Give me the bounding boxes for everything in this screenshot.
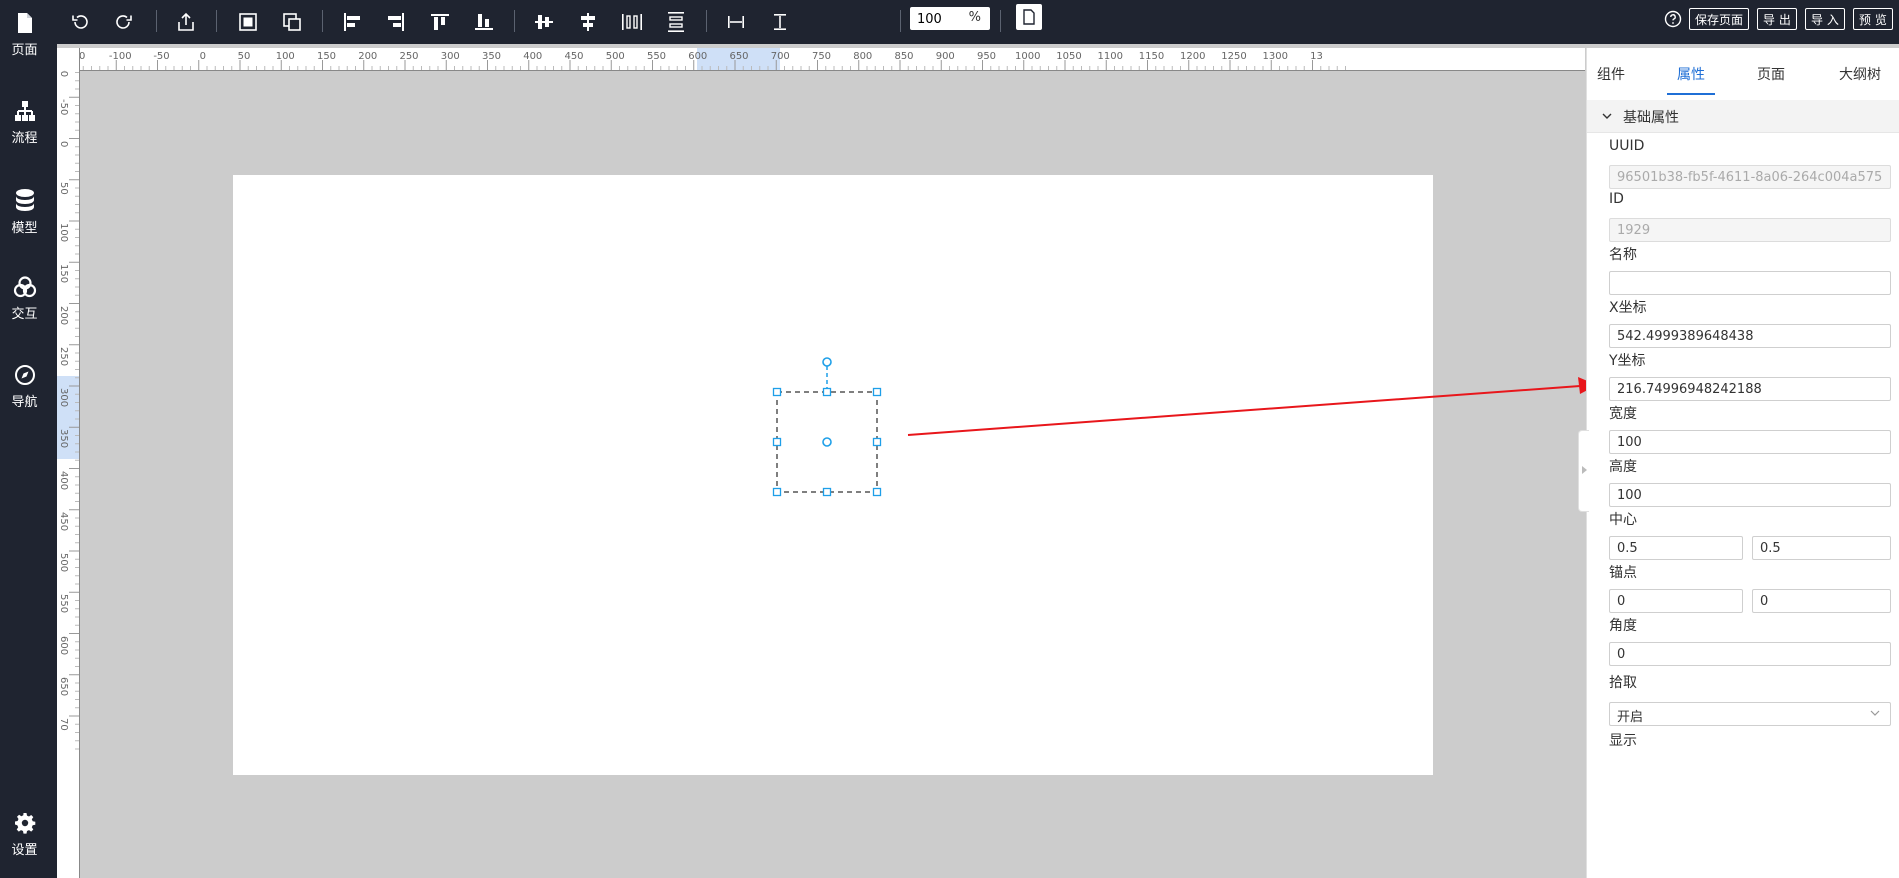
annotation-arrow bbox=[907, 377, 1597, 436]
pick-label: 拾取 bbox=[1609, 675, 1637, 691]
id-field[interactable] bbox=[1609, 218, 1891, 242]
resize-handle-n[interactable] bbox=[822, 387, 832, 397]
center-label: 中心 bbox=[1609, 512, 1637, 528]
properties-panel: 组件 属性 页面 大纲树 基础属性 UUID ID 名称 X坐标 Y坐标 宽度 … bbox=[1586, 48, 1899, 878]
x-coordinate-label: X坐标 bbox=[1609, 300, 1647, 316]
tab-page[interactable]: 页面 bbox=[1757, 64, 1785, 84]
resize-handle-nw[interactable] bbox=[772, 387, 782, 397]
caret-right-icon bbox=[1582, 466, 1587, 474]
y-coordinate-field[interactable] bbox=[1609, 377, 1891, 401]
width-field[interactable] bbox=[1609, 430, 1891, 454]
tab-components[interactable]: 组件 bbox=[1597, 64, 1625, 84]
uuid-label: UUID bbox=[1609, 138, 1645, 154]
resize-handle-s[interactable] bbox=[822, 487, 832, 497]
resize-handle-w[interactable] bbox=[772, 437, 782, 447]
resize-handle-sw[interactable] bbox=[772, 487, 782, 497]
anchor-label: 锚点 bbox=[1609, 565, 1637, 581]
selected-component[interactable] bbox=[772, 357, 882, 497]
panel-collapse-handle[interactable] bbox=[1578, 430, 1589, 512]
uuid-field[interactable] bbox=[1609, 165, 1891, 189]
visible-label: 显示 bbox=[1609, 733, 1637, 749]
height-field[interactable] bbox=[1609, 483, 1891, 507]
center-y-field[interactable] bbox=[1752, 536, 1891, 560]
x-coordinate-field[interactable] bbox=[1609, 324, 1891, 348]
active-tab-indicator bbox=[1667, 93, 1715, 95]
tab-outline-tree[interactable]: 大纲树 bbox=[1839, 64, 1881, 84]
rotation-handle[interactable] bbox=[822, 357, 832, 367]
center-point-handle[interactable] bbox=[822, 437, 832, 447]
name-field[interactable] bbox=[1609, 271, 1891, 295]
angle-label: 角度 bbox=[1609, 618, 1637, 634]
resize-handle-e[interactable] bbox=[872, 437, 882, 447]
pick-select[interactable]: 开启 bbox=[1609, 702, 1891, 726]
resize-handle-se[interactable] bbox=[872, 487, 882, 497]
angle-field[interactable] bbox=[1609, 642, 1891, 666]
section-basic-properties[interactable]: 基础属性 bbox=[1587, 100, 1899, 133]
resize-handle-ne[interactable] bbox=[872, 387, 882, 397]
anchor-x-field[interactable] bbox=[1609, 589, 1743, 613]
center-x-field[interactable] bbox=[1609, 536, 1743, 560]
section-title: 基础属性 bbox=[1623, 110, 1679, 126]
tab-properties[interactable]: 属性 bbox=[1677, 64, 1705, 84]
height-label: 高度 bbox=[1609, 459, 1637, 475]
id-label: ID bbox=[1609, 191, 1624, 207]
anchor-y-field[interactable] bbox=[1752, 589, 1891, 613]
y-coordinate-label: Y坐标 bbox=[1609, 353, 1646, 369]
chevron-down-icon bbox=[1870, 710, 1880, 716]
chevron-down-icon bbox=[1602, 113, 1612, 119]
width-label: 宽度 bbox=[1609, 406, 1637, 422]
name-label: 名称 bbox=[1609, 247, 1637, 263]
pick-select-value: 开启 bbox=[1617, 710, 1644, 725]
